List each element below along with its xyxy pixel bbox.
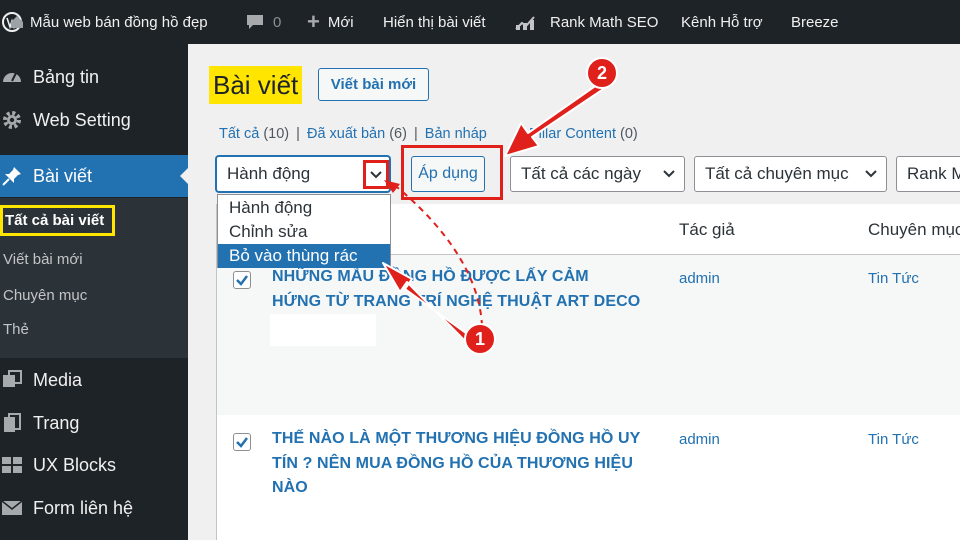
new-label: Mới (327, 13, 354, 31)
menu-item-media[interactable]: Media (0, 359, 188, 401)
rank-math-icon (514, 13, 540, 31)
pushpin-icon (0, 164, 24, 188)
date-filter-value: Tất cả các ngày (521, 164, 642, 183)
site-name-link[interactable]: Mẫu web bán đồng hồ đẹp (30, 0, 208, 44)
apply-button[interactable]: Áp dụng (411, 156, 485, 192)
column-author[interactable]: Tác giả (679, 220, 735, 240)
rank-math-label: Rank Math SEO (550, 13, 659, 31)
post-title-link[interactable]: NHỮNG MẪU ĐỒNG HỒ ĐƯỢC LẤY CẢM HỨNG TỪ T… (272, 265, 672, 314)
media-icon (0, 368, 24, 392)
option-edit[interactable]: Chỉnh sửa (218, 220, 390, 244)
menu-item-contact-form[interactable]: Form liên hệ (0, 487, 188, 529)
category-filter-select[interactable]: Tất cả chuyên mục (694, 156, 887, 192)
bulk-action-dropdown-list: Hành động Chỉnh sửa Bỏ vào thùng rác (217, 194, 391, 268)
row-actions-placeholder (270, 314, 376, 346)
rank-math-link[interactable]: Rank Math SEO (514, 0, 658, 44)
submenu-categories[interactable]: Chuyên mục (3, 287, 87, 304)
bulk-action-value: Hành động (227, 164, 311, 183)
post-title-line: HỨNG TỪ TRANG TRÍ NGHỆ THUẬT ART DECO (272, 292, 641, 310)
page-title: Bài viết (209, 66, 303, 104)
menu-item-dashboard[interactable]: Bảng tin (0, 56, 188, 98)
chevron-down-icon (663, 170, 675, 178)
step-1-badge: 1 (464, 323, 496, 355)
menu-item-pages[interactable]: Trang (0, 402, 188, 444)
menu-label-dashboard: Bảng tin (33, 66, 100, 87)
post-category-link[interactable]: Tin Tức (868, 270, 919, 287)
main-content: Bài viết Viết bài mới Tất cả (10) | Đã x… (188, 44, 960, 540)
row-checkbox[interactable] (233, 433, 251, 451)
dashboard-icon (0, 65, 24, 89)
post-category-link[interactable]: Tin Tức (868, 431, 919, 448)
menu-label-posts: Bài viết (33, 165, 93, 186)
row-checkbox[interactable] (233, 271, 251, 289)
pages-icon (0, 411, 24, 435)
option-move-to-trash[interactable]: Bỏ vào thùng rác (218, 244, 390, 268)
menu-item-posts[interactable]: Bài viết (0, 155, 188, 197)
home-icon (10, 0, 24, 44)
post-status-filters: Tất cả (10) | Đã xuất bản (6) | Bản nháp… (219, 126, 638, 142)
filter-published-count: (6) (389, 126, 407, 142)
submenu-all-posts[interactable]: Tất cả bài viết (0, 205, 116, 236)
posts-submenu: Tất cả bài viết Viết bài mới Chuyên mục … (0, 198, 188, 358)
date-filter-select[interactable]: Tất cả các ngày (510, 156, 685, 192)
menu-label-web-setting: Web Setting (33, 109, 131, 130)
comment-icon (245, 13, 265, 31)
post-title-line: THẾ NÀO LÀ MỘT THƯƠNG HIỆU ĐỒNG HỒ UY (272, 430, 641, 447)
gear-icon (0, 108, 24, 132)
menu-label-ux-blocks: UX Blocks (33, 454, 117, 475)
post-author-link[interactable]: admin (679, 270, 720, 287)
filter-published[interactable]: Đã xuất bản (307, 126, 385, 142)
post-author-link[interactable]: admin (679, 431, 720, 448)
blocks-icon (0, 453, 24, 477)
submenu-tags[interactable]: Thẻ (3, 321, 29, 338)
filter-all[interactable]: Tất cả (219, 126, 259, 142)
post-title-line: NÀO (272, 479, 308, 496)
menu-label-contact-form: Form liên hệ (33, 497, 134, 518)
menu-item-ux-blocks[interactable]: UX Blocks (0, 444, 188, 486)
step-2-badge: 2 (586, 57, 618, 89)
option-bulk-action[interactable]: Hành động (218, 196, 390, 220)
category-filter-value: Tất cả chuyên mục (705, 164, 849, 183)
rank-math-filter-select[interactable]: Rank M (896, 156, 960, 192)
new-content-link[interactable]: + Mới (307, 0, 354, 44)
menu-label-pages: Trang (33, 412, 80, 433)
submenu-add-new[interactable]: Viết bài mới (3, 251, 83, 268)
plus-icon: + (307, 9, 320, 34)
post-title-line: NHỮNG MẪU ĐỒNG HỒ ĐƯỢC LẤY CẢM (272, 268, 589, 285)
filter-all-count: (10) (263, 126, 290, 142)
table-row: NHỮNG MẪU ĐỒNG HỒ ĐƯỢC LẤY CẢM HỨNG TỪ T… (217, 255, 960, 415)
column-category[interactable]: Chuyên mục (868, 220, 960, 240)
filter-draft[interactable]: Bản nháp (425, 126, 487, 142)
admin-sidebar: Bảng tin Web Setting Bài viết Tất cả bài… (0, 44, 188, 540)
support-link[interactable]: Kênh Hỗ trợ (681, 0, 763, 44)
comments-count: 0 (273, 13, 282, 31)
filter-pillar-content[interactable]: Pillar Content (529, 126, 616, 142)
menu-label-media: Media (33, 369, 83, 390)
chevron-down-icon[interactable] (369, 168, 383, 182)
comments-link[interactable]: 0 (245, 0, 281, 44)
view-posts-link[interactable]: Hiển thị bài viết (383, 0, 486, 44)
dropdown-arrow-highlight (363, 160, 389, 189)
menu-item-web-setting[interactable]: Web Setting (0, 99, 188, 141)
add-new-post-button[interactable]: Viết bài mới (318, 68, 429, 101)
chevron-down-icon (865, 170, 877, 178)
admin-bar: Mẫu web bán đồng hồ đẹp 0 + Mới Hiển thị… (0, 0, 960, 44)
breeze-link[interactable]: Breeze (791, 0, 839, 44)
rank-math-filter-value: Rank M (907, 164, 960, 183)
mail-icon (0, 496, 24, 520)
post-title-line: TÍN ? NÊN MUA ĐỒNG HỒ CỦA THƯƠNG HIỆU (272, 454, 633, 472)
table-row: THẾ NÀO LÀ MỘT THƯƠNG HIỆU ĐỒNG HỒ UY TÍ… (217, 415, 960, 540)
filter-pillar-count: (0) (620, 126, 638, 142)
post-title-link[interactable]: THẾ NÀO LÀ MỘT THƯƠNG HIỆU ĐỒNG HỒ UY TÍ… (272, 427, 672, 501)
